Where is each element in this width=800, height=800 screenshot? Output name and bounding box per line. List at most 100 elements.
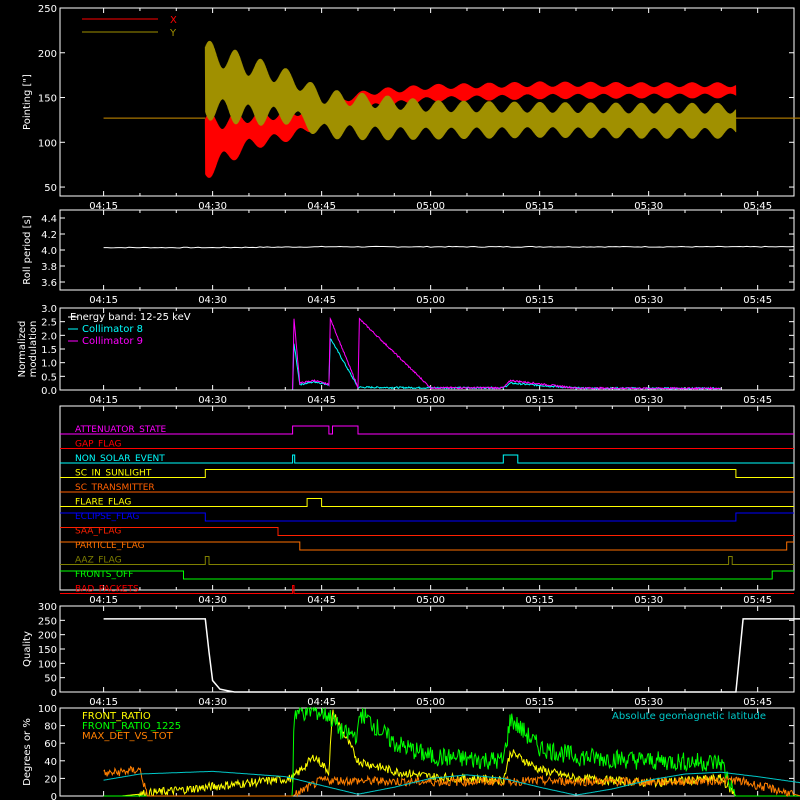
flag-label: BAD_PACKETS [75, 585, 139, 595]
roll_period-ytick-label: 3.6 [41, 278, 57, 289]
front_ratio-ytick-label: 80 [44, 722, 57, 733]
pointing-ytick-label: 50 [44, 183, 57, 194]
legend-label-Y: Y [169, 28, 177, 39]
front_ratio-ytick-label: 40 [44, 757, 57, 768]
flag-label: NON_SOLAR_EVENT [75, 454, 165, 464]
quality-ylabel: Quality [22, 631, 33, 667]
modulation-xtick-label: 05:00 [416, 395, 445, 406]
quality-ytick-label: 100 [38, 659, 57, 670]
annotation-geomagnetic: Absolute geomagnetic latitude [612, 711, 766, 722]
modulation-xtick-label: 05:15 [525, 395, 554, 406]
flag-fronts_off [60, 570, 794, 580]
modulation-xtick-label: 04:30 [198, 395, 227, 406]
pointing-ytick-label: 100 [38, 138, 57, 149]
pointing-ylabel: Pointing ["] [22, 74, 33, 130]
flag-label: SAA_FLAG [75, 527, 121, 537]
roll_period-xtick-label: 05:45 [743, 295, 772, 306]
roll_period-frame [59, 209, 795, 291]
flag-flare_flag [60, 498, 794, 507]
panels: 04:15 04:30 04:45 05:00 05:15 05:30 05:45 50 100… [17, 4, 800, 800]
flags-xtick-label: 05:30 [634, 595, 663, 606]
pointing-ytick-label: 200 [38, 49, 57, 60]
quality-xtick-label: 04:45 [307, 697, 336, 708]
roll_period-xtick-label: 05:00 [416, 295, 445, 306]
quality-xtick-label: 04:15 [89, 697, 118, 708]
quality-xtick-label: 04:30 [198, 697, 227, 708]
modulation-ytick-label: 3.0 [41, 304, 57, 315]
roll_period-xtick-label: 04:30 [198, 295, 227, 306]
modulation-ytick-label: 2.5 [41, 318, 57, 329]
flag-label: SC_IN_SUNLIGHT [75, 469, 152, 479]
series-quality [103, 618, 800, 693]
modulation-ytick-label: 0.5 [41, 372, 57, 383]
modulation-xtick-label: 05:30 [634, 395, 663, 406]
modulation-ytick-label: 1.5 [41, 345, 57, 356]
flag-label: AAZ_FLAG [75, 556, 122, 566]
flag-saa_flag [60, 527, 794, 536]
modulation-ytick-label: 1.0 [41, 359, 57, 370]
quality-ytick-label: 0 [51, 688, 57, 699]
modulation-ylabel: modulation [28, 321, 39, 378]
roll_period-xtick-label: 04:15 [89, 295, 118, 306]
series-max_det_vs_tot [103, 765, 800, 798]
front_ratio-ytick-label: 100 [38, 704, 57, 715]
pointing-ytick-label: 150 [38, 94, 57, 105]
legend-label: Collimator 8 [82, 324, 143, 335]
legend-label: Collimator 9 [82, 336, 143, 347]
quality-ytick-label: 50 [44, 674, 57, 685]
quality-ytick-label: 200 [38, 631, 57, 642]
legend-label-X: X [170, 15, 177, 26]
roll_period-ytick-label: 4.4 [41, 214, 57, 225]
flag-label: PARTICLE_FLAG [75, 541, 145, 551]
pointing-ytick-label: 250 [38, 4, 57, 15]
flag-eclipse_flag [60, 512, 794, 522]
flags-xtick-label: 05:15 [525, 595, 554, 606]
series-roll-period [103, 245, 795, 249]
figure: 04:15 04:30 04:45 05:00 05:15 05:30 05:45 50 100… [17, 4, 800, 800]
quality-ytick-label: 150 [38, 645, 57, 656]
roll_period-ytick-label: 4.2 [41, 230, 57, 241]
series-collimator-9 [292, 316, 721, 391]
flag-aaz_flag [60, 556, 794, 565]
annotation-energy-band: Energy band: 12-25 keV [70, 312, 191, 323]
quality-xtick-label: 05:30 [634, 697, 663, 708]
roll_period-xtick-label: 05:30 [634, 295, 663, 306]
flag-attenuator_state [60, 425, 794, 435]
front_ratio-ytick-label: 0 [51, 792, 57, 800]
flag-non_solar_event [60, 454, 794, 464]
front_ratio-ytick-label: 20 [44, 774, 57, 785]
flags-xtick-label: 05:00 [416, 595, 445, 606]
modulation-ylabel: Normalized [17, 321, 28, 378]
roll_period-ylabel: Roll period [s] [22, 215, 33, 284]
flag-label: FLARE_FLAG [75, 498, 131, 508]
flag-particle_flag [60, 541, 794, 551]
flags-xtick-label: 04:15 [89, 595, 118, 606]
flag-label: GAP_FLAG [75, 440, 121, 450]
modulation-xtick-label: 04:15 [89, 395, 118, 406]
modulation-ytick-label: 2.0 [41, 331, 57, 342]
flag-label: FRONTS_OFF [75, 570, 133, 580]
roll_period-ytick-label: 4.0 [41, 246, 57, 257]
quality-ytick-label: 300 [38, 602, 57, 613]
roll_period-xtick-label: 05:15 [525, 295, 554, 306]
flags-xtick-label: 05:45 [743, 595, 772, 606]
series-collimator-8 [292, 337, 721, 391]
quality-ytick-label: 250 [38, 616, 57, 627]
flags-xtick-label: 04:30 [198, 595, 227, 606]
quality-xtick-label: 05:15 [525, 697, 554, 708]
roll_period-xtick-label: 04:45 [307, 295, 336, 306]
modulation-xtick-label: 05:45 [743, 395, 772, 406]
quality-xtick-label: 05:00 [416, 697, 445, 708]
front_ratio-ytick-label: 60 [44, 739, 57, 750]
flag-label: SC_TRANSMITTER [75, 483, 155, 493]
flag-label: ATTENUATOR_STATE [75, 425, 167, 435]
quality-xtick-label: 05:45 [743, 697, 772, 708]
modulation-xtick-label: 04:45 [307, 395, 336, 406]
modulation-ytick-label: 0.0 [41, 386, 57, 397]
front_ratio-ylabel: Degrees or % [22, 718, 33, 786]
roll_period-ytick-label: 3.8 [41, 262, 57, 273]
flag-sc_in_sunlight [60, 469, 794, 478]
legend-label: MAX_DET_VS_TOT [82, 731, 174, 742]
flags-xtick-label: 04:45 [307, 595, 336, 606]
flag-label: ECLIPSE_FLAG [75, 512, 139, 522]
